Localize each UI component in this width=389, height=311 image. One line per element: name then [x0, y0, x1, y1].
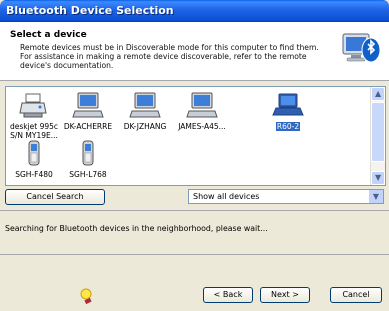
cancel-search-button[interactable]: Cancel Search: [5, 189, 105, 205]
phone-icon: [28, 140, 40, 166]
status-area: Searching for Bluetooth devices in the n…: [0, 210, 389, 255]
header-title: Select a device: [10, 30, 87, 40]
device-list[interactable]: deskjet 995c S/N MY19E... DK-ACHERRE DK-…: [5, 86, 386, 186]
device-item-james-a45[interactable]: JAMES-A45...: [176, 91, 228, 131]
device-item-deskjet[interactable]: deskjet 995c S/N MY19E...: [8, 91, 60, 140]
computer-icon: [129, 92, 161, 118]
laptop-icon: [272, 93, 304, 116]
device-label: JAMES-A45...: [178, 122, 226, 131]
device-label: SGH-F480: [15, 170, 53, 179]
back-button[interactable]: < Back: [203, 287, 253, 303]
next-button[interactable]: Next >: [260, 287, 310, 303]
chevron-up-icon: ▲: [375, 89, 382, 98]
device-label-selected: R60-2: [275, 122, 301, 131]
device-item-sgh-f480[interactable]: SGH-F480: [8, 139, 60, 179]
title-bar[interactable]: Bluetooth Device Selection: [0, 0, 389, 22]
printer-icon: [19, 93, 47, 118]
device-item-dk-jzhang[interactable]: DK-JZHANG: [119, 91, 171, 131]
scroll-thumb[interactable]: [371, 102, 385, 162]
scroll-up-button[interactable]: ▲: [371, 87, 385, 101]
device-label: SGH-L768: [69, 170, 107, 179]
footer-divider: [0, 254, 389, 255]
chevron-down-icon: ▼: [375, 173, 382, 182]
lightbulb-icon: [80, 288, 92, 305]
device-item-dk-acherre[interactable]: DK-ACHERRE: [62, 91, 114, 131]
device-label: DK-ACHERRE: [63, 122, 113, 131]
header-description: Remote devices must be in Discoverable m…: [20, 43, 319, 70]
computer-icon: [72, 92, 104, 118]
device-label: deskjet 995c S/N MY19E...: [9, 122, 59, 140]
chevron-down-icon[interactable]: ▼: [368, 190, 383, 203]
device-filter-select[interactable]: Show all devices ▼: [188, 189, 384, 204]
device-item-sgh-l768[interactable]: SGH-L768: [62, 139, 114, 179]
device-filter-value: Show all devices: [193, 192, 260, 201]
status-text: Searching for Bluetooth devices in the n…: [5, 224, 268, 233]
device-label: DK-JZHANG: [123, 122, 167, 131]
computer-icon: [186, 92, 218, 118]
bluetooth-device-selection-window: Bluetooth Device Selection Select a devi…: [0, 0, 389, 311]
bluetooth-computer-icon: [342, 33, 381, 63]
cancel-button[interactable]: Cancel: [330, 287, 382, 303]
scroll-down-button[interactable]: ▼: [371, 171, 385, 185]
device-item-r60-2[interactable]: R60-2: [262, 91, 314, 131]
window-title: Bluetooth Device Selection: [6, 4, 174, 17]
wizard-header: Select a device Remote devices must be i…: [0, 22, 389, 81]
device-list-scrollbar[interactable]: ▲ ▼: [370, 87, 385, 185]
phone-icon: [82, 140, 94, 166]
